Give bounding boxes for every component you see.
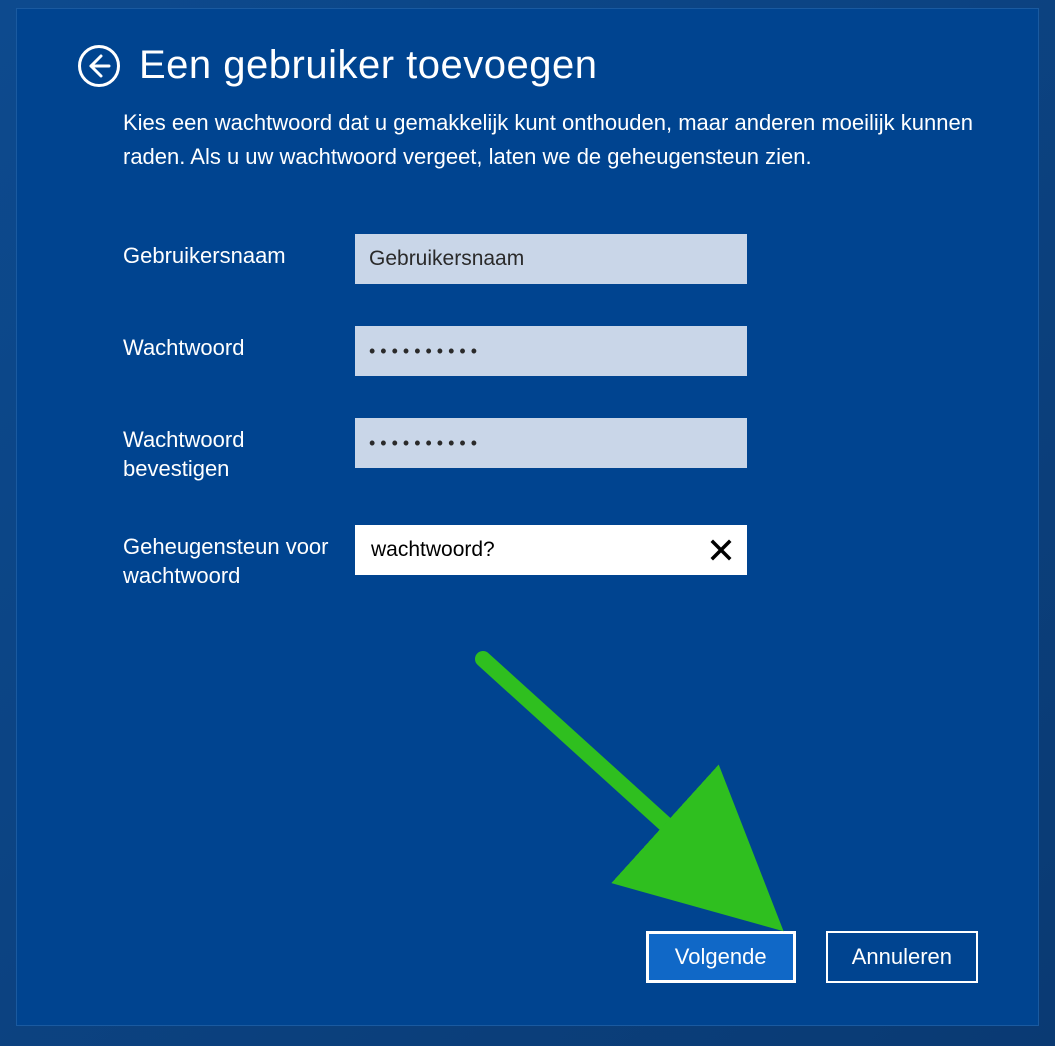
confirm-password-input[interactable]: [355, 418, 747, 468]
dialog-footer: Volgende Annuleren: [646, 931, 978, 983]
page-description: Kies een wachtwoord dat u gemakkelijk ku…: [123, 106, 978, 174]
username-label: Gebruikersnaam: [123, 234, 355, 271]
next-button[interactable]: Volgende: [646, 931, 796, 983]
dialog-header: Een gebruiker toevoegen: [77, 43, 978, 88]
password-hint-input[interactable]: [357, 527, 745, 573]
back-button[interactable]: [77, 44, 121, 88]
password-label: Wachtwoord: [123, 326, 355, 363]
page-title: Een gebruiker toevoegen: [139, 43, 598, 88]
cancel-button[interactable]: Annuleren: [826, 931, 978, 983]
clear-hint-button[interactable]: [703, 532, 739, 568]
password-hint-label: Geheugensteun voor wachtwoord: [123, 525, 355, 590]
add-user-dialog: Een gebruiker toevoegen Kies een wachtwo…: [16, 8, 1039, 1026]
annotation-arrow-icon: [473, 649, 793, 949]
username-input[interactable]: [355, 234, 747, 284]
confirm-password-label: Wachtwoord bevestigen: [123, 418, 355, 483]
close-icon: [710, 539, 732, 561]
back-arrow-icon: [77, 44, 121, 88]
add-user-form: Gebruikersnaam Wachtwoord Wachtwoord bev…: [123, 234, 978, 590]
password-input[interactable]: [355, 326, 747, 376]
